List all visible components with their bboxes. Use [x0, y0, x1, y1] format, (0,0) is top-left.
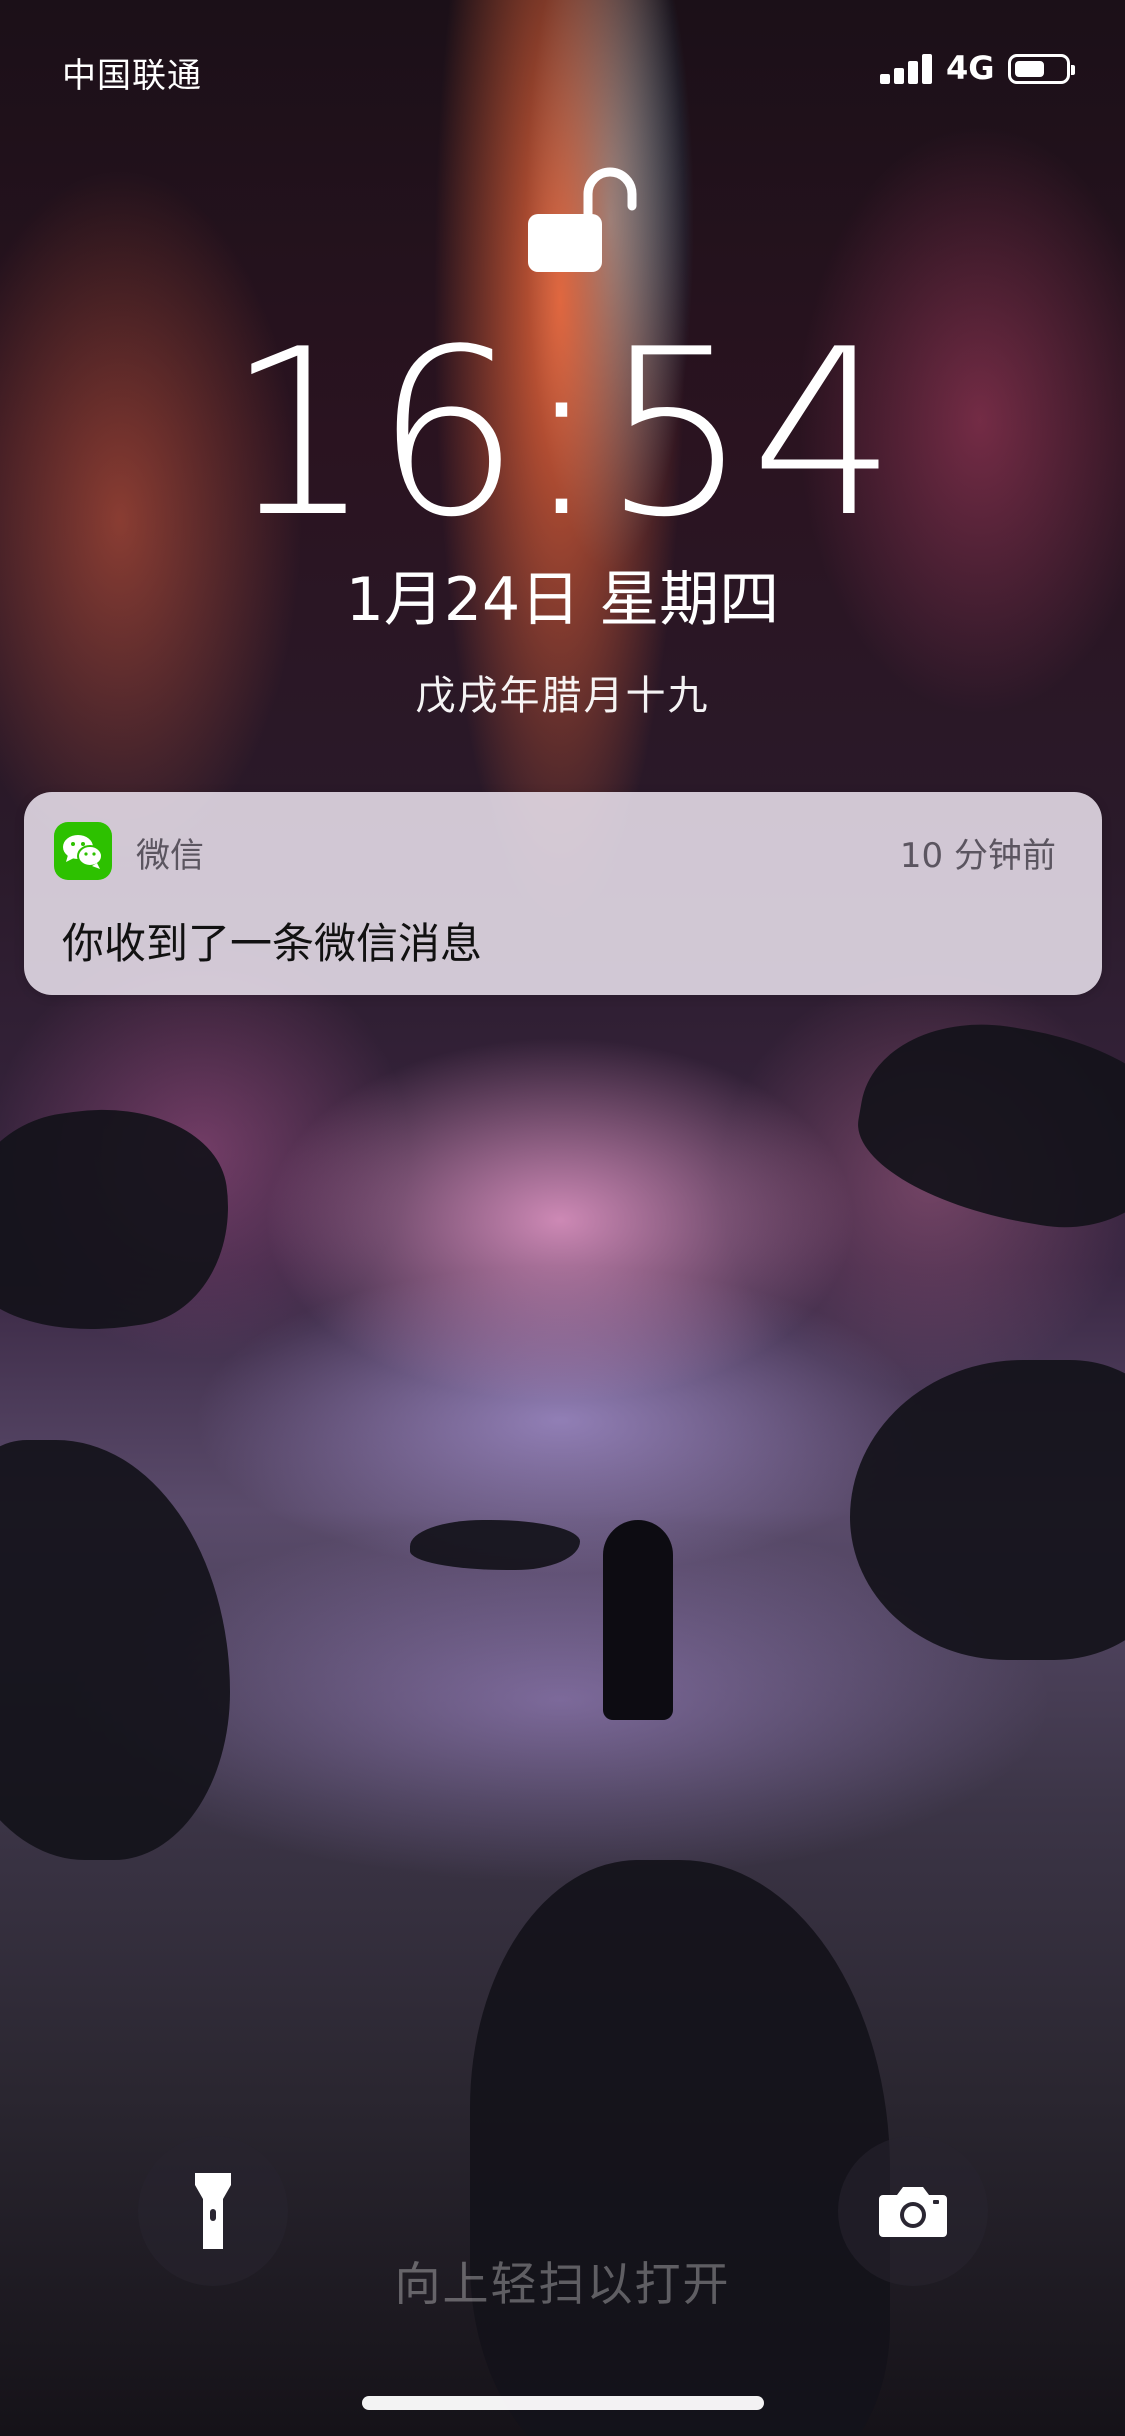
home-indicator[interactable]	[362, 2396, 764, 2410]
rock-left	[0, 1440, 230, 1860]
notification-app-name: 微信	[136, 836, 204, 876]
status-bar: 中国联通 4G	[0, 0, 1125, 140]
battery-level	[1015, 61, 1044, 77]
lock-clock: 16:54	[226, 301, 899, 568]
lock-date: 1月24日 星期四	[345, 565, 780, 635]
rock-distant	[410, 1520, 580, 1570]
unlocked-lock-icon	[528, 167, 637, 272]
lock-screen: 中国联通 4G 16:54 1月24日 星期四 戊戌年腊月十九 微信 10 分钟…	[0, 0, 1125, 2436]
wechat-icon	[54, 822, 112, 880]
lunar-date: 戊戌年腊月十九	[415, 673, 710, 719]
floating-rock	[845, 1003, 1125, 1247]
wechat-notification[interactable]: 微信 10 分钟前 你收到了一条微信消息	[24, 792, 1102, 995]
camera-icon	[879, 2187, 947, 2237]
swipe-up-hint: 向上轻扫以打开	[394, 2257, 731, 2311]
network-type: 4G	[946, 49, 995, 87]
standing-figure	[603, 1520, 673, 1720]
carrier-name: 中国联通	[62, 56, 202, 96]
signal-icon	[880, 54, 936, 84]
notification-time: 10 分钟前	[899, 836, 1056, 876]
rock-foreground	[470, 1860, 890, 2436]
rock-right	[850, 1360, 1125, 1660]
floating-rock	[0, 1092, 244, 1348]
battery-icon	[1008, 54, 1075, 84]
notification-message: 你收到了一条微信消息	[62, 919, 483, 968]
flashlight-icon	[195, 2173, 231, 2249]
